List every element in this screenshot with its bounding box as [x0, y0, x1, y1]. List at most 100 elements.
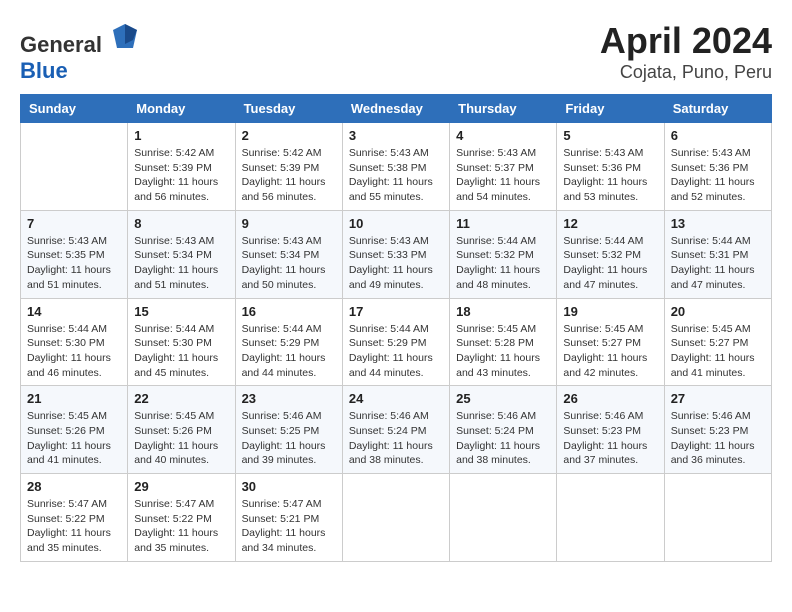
- day-info: Sunrise: 5:44 AM Sunset: 5:31 PM Dayligh…: [671, 234, 765, 293]
- day-info: Sunrise: 5:44 AM Sunset: 5:29 PM Dayligh…: [242, 322, 336, 381]
- day-number: 2: [242, 128, 336, 143]
- calendar-cell: 2 Sunrise: 5:42 AM Sunset: 5:39 PM Daylig…: [235, 123, 342, 211]
- weekday-header-friday: Friday: [557, 95, 664, 123]
- day-number: 29: [134, 479, 228, 494]
- day-number: 1: [134, 128, 228, 143]
- day-info: Sunrise: 5:45 AM Sunset: 5:27 PM Dayligh…: [671, 322, 765, 381]
- calendar-cell: 24Sunrise: 5:46 AM Sunset: 5:24 PM Dayli…: [342, 386, 449, 474]
- day-info: Sunrise: 5:42 AM Sunset: 5:39 PM Dayligh…: [242, 146, 336, 205]
- calendar-cell: 15 Sunrise: 5:44 AM Sunset: 5:30 PM Dayli…: [128, 298, 235, 386]
- calendar-cell: 8Sunrise: 5:43 AM Sunset: 5:34 PM Daylig…: [128, 210, 235, 298]
- day-info: Sunrise: 5:44 AM Sunset: 5:32 PM Dayligh…: [456, 234, 550, 293]
- day-number: 9: [242, 216, 336, 231]
- month-title: April 2024: [600, 20, 772, 62]
- day-info: Sunrise: 5:47 AM Sunset: 5:22 PM Dayligh…: [27, 497, 121, 556]
- day-number: 10: [349, 216, 443, 231]
- calendar-cell: [664, 474, 771, 562]
- calendar-cell: [21, 123, 128, 211]
- calendar-cell: 3 Sunrise: 5:43 AM Sunset: 5:38 PM Daylig…: [342, 123, 449, 211]
- logo-general: General: [20, 32, 102, 57]
- calendar-cell: 11Sunrise: 5:44 AM Sunset: 5:32 PM Dayli…: [450, 210, 557, 298]
- day-number: 28: [27, 479, 121, 494]
- calendar-cell: 5 Sunrise: 5:43 AM Sunset: 5:36 PM Daylig…: [557, 123, 664, 211]
- day-info: Sunrise: 5:43 AM Sunset: 5:37 PM Dayligh…: [456, 146, 550, 205]
- day-number: 14: [27, 304, 121, 319]
- calendar-cell: 22 Sunrise: 5:45 AM Sunset: 5:26 PM Dayli…: [128, 386, 235, 474]
- calendar-cell: 25 Sunrise: 5:46 AM Sunset: 5:24 PM Dayli…: [450, 386, 557, 474]
- calendar-cell: 4 Sunrise: 5:43 AM Sunset: 5:37 PM Daylig…: [450, 123, 557, 211]
- calendar-cell: 9 Sunrise: 5:43 AM Sunset: 5:34 PM Daylig…: [235, 210, 342, 298]
- day-number: 7: [27, 216, 121, 231]
- calendar-cell: 14 Sunrise: 5:44 AM Sunset: 5:30 PM Dayli…: [21, 298, 128, 386]
- logo: General Blue: [20, 20, 141, 84]
- day-number: 17: [349, 304, 443, 319]
- calendar-cell: [557, 474, 664, 562]
- day-number: 4: [456, 128, 550, 143]
- day-info: Sunrise: 5:44 AM Sunset: 5:30 PM Dayligh…: [27, 322, 121, 381]
- weekday-header-sunday: Sunday: [21, 95, 128, 123]
- title-section: April 2024 Cojata, Puno, Peru: [600, 20, 772, 83]
- day-info: Sunrise: 5:44 AM Sunset: 5:30 PM Dayligh…: [134, 322, 228, 381]
- calendar-week-row: 21 Sunrise: 5:45 AM Sunset: 5:26 PM Dayli…: [21, 386, 772, 474]
- calendar-cell: 20 Sunrise: 5:45 AM Sunset: 5:27 PM Dayli…: [664, 298, 771, 386]
- day-info: Sunrise: 5:47 AM Sunset: 5:22 PM Dayligh…: [134, 497, 228, 556]
- day-number: 13: [671, 216, 765, 231]
- logo-blue: Blue: [20, 58, 68, 83]
- location-title: Cojata, Puno, Peru: [600, 62, 772, 83]
- day-number: 15: [134, 304, 228, 319]
- day-info: Sunrise: 5:42 AM Sunset: 5:39 PM Dayligh…: [134, 146, 228, 205]
- calendar-cell: 30Sunrise: 5:47 AM Sunset: 5:21 PM Dayli…: [235, 474, 342, 562]
- weekday-header-wednesday: Wednesday: [342, 95, 449, 123]
- day-info: Sunrise: 5:44 AM Sunset: 5:29 PM Dayligh…: [349, 322, 443, 381]
- day-info: Sunrise: 5:43 AM Sunset: 5:35 PM Dayligh…: [27, 234, 121, 293]
- day-info: Sunrise: 5:45 AM Sunset: 5:26 PM Dayligh…: [27, 409, 121, 468]
- calendar-cell: 18Sunrise: 5:45 AM Sunset: 5:28 PM Dayli…: [450, 298, 557, 386]
- day-info: Sunrise: 5:43 AM Sunset: 5:38 PM Dayligh…: [349, 146, 443, 205]
- day-number: 3: [349, 128, 443, 143]
- calendar-week-row: 1 Sunrise: 5:42 AM Sunset: 5:39 PM Daylig…: [21, 123, 772, 211]
- day-number: 16: [242, 304, 336, 319]
- calendar-cell: 7 Sunrise: 5:43 AM Sunset: 5:35 PM Daylig…: [21, 210, 128, 298]
- day-number: 6: [671, 128, 765, 143]
- calendar-cell: 23Sunrise: 5:46 AM Sunset: 5:25 PM Dayli…: [235, 386, 342, 474]
- day-info: Sunrise: 5:46 AM Sunset: 5:24 PM Dayligh…: [349, 409, 443, 468]
- calendar-cell: 26Sunrise: 5:46 AM Sunset: 5:23 PM Dayli…: [557, 386, 664, 474]
- calendar-cell: [342, 474, 449, 562]
- day-number: 26: [563, 391, 657, 406]
- day-number: 19: [563, 304, 657, 319]
- day-info: Sunrise: 5:43 AM Sunset: 5:34 PM Dayligh…: [242, 234, 336, 293]
- day-number: 20: [671, 304, 765, 319]
- day-info: Sunrise: 5:44 AM Sunset: 5:32 PM Dayligh…: [563, 234, 657, 293]
- day-number: 25: [456, 391, 550, 406]
- day-info: Sunrise: 5:43 AM Sunset: 5:36 PM Dayligh…: [563, 146, 657, 205]
- day-info: Sunrise: 5:46 AM Sunset: 5:24 PM Dayligh…: [456, 409, 550, 468]
- day-info: Sunrise: 5:46 AM Sunset: 5:23 PM Dayligh…: [671, 409, 765, 468]
- day-number: 21: [27, 391, 121, 406]
- day-info: Sunrise: 5:45 AM Sunset: 5:27 PM Dayligh…: [563, 322, 657, 381]
- day-number: 27: [671, 391, 765, 406]
- calendar-week-row: 7 Sunrise: 5:43 AM Sunset: 5:35 PM Daylig…: [21, 210, 772, 298]
- calendar-week-row: 14 Sunrise: 5:44 AM Sunset: 5:30 PM Dayli…: [21, 298, 772, 386]
- calendar-cell: 29 Sunrise: 5:47 AM Sunset: 5:22 PM Dayli…: [128, 474, 235, 562]
- day-info: Sunrise: 5:45 AM Sunset: 5:28 PM Dayligh…: [456, 322, 550, 381]
- calendar-cell: 10Sunrise: 5:43 AM Sunset: 5:33 PM Dayli…: [342, 210, 449, 298]
- calendar-cell: [450, 474, 557, 562]
- weekday-header-saturday: Saturday: [664, 95, 771, 123]
- logo-icon: [109, 20, 141, 52]
- logo-text: General Blue: [20, 20, 141, 84]
- page-header: General Blue April 2024 Cojata, Puno, Pe…: [20, 20, 772, 84]
- calendar-week-row: 28 Sunrise: 5:47 AM Sunset: 5:22 PM Dayli…: [21, 474, 772, 562]
- weekday-header-tuesday: Tuesday: [235, 95, 342, 123]
- weekday-header-monday: Monday: [128, 95, 235, 123]
- day-number: 12: [563, 216, 657, 231]
- calendar-header-row: SundayMondayTuesdayWednesdayThursdayFrid…: [21, 95, 772, 123]
- day-info: Sunrise: 5:43 AM Sunset: 5:36 PM Dayligh…: [671, 146, 765, 205]
- day-info: Sunrise: 5:46 AM Sunset: 5:25 PM Dayligh…: [242, 409, 336, 468]
- calendar-table: SundayMondayTuesdayWednesdayThursdayFrid…: [20, 94, 772, 562]
- day-info: Sunrise: 5:45 AM Sunset: 5:26 PM Dayligh…: [134, 409, 228, 468]
- day-number: 5: [563, 128, 657, 143]
- calendar-cell: 13 Sunrise: 5:44 AM Sunset: 5:31 PM Dayli…: [664, 210, 771, 298]
- day-number: 22: [134, 391, 228, 406]
- calendar-cell: 27 Sunrise: 5:46 AM Sunset: 5:23 PM Dayli…: [664, 386, 771, 474]
- calendar-cell: 28 Sunrise: 5:47 AM Sunset: 5:22 PM Dayli…: [21, 474, 128, 562]
